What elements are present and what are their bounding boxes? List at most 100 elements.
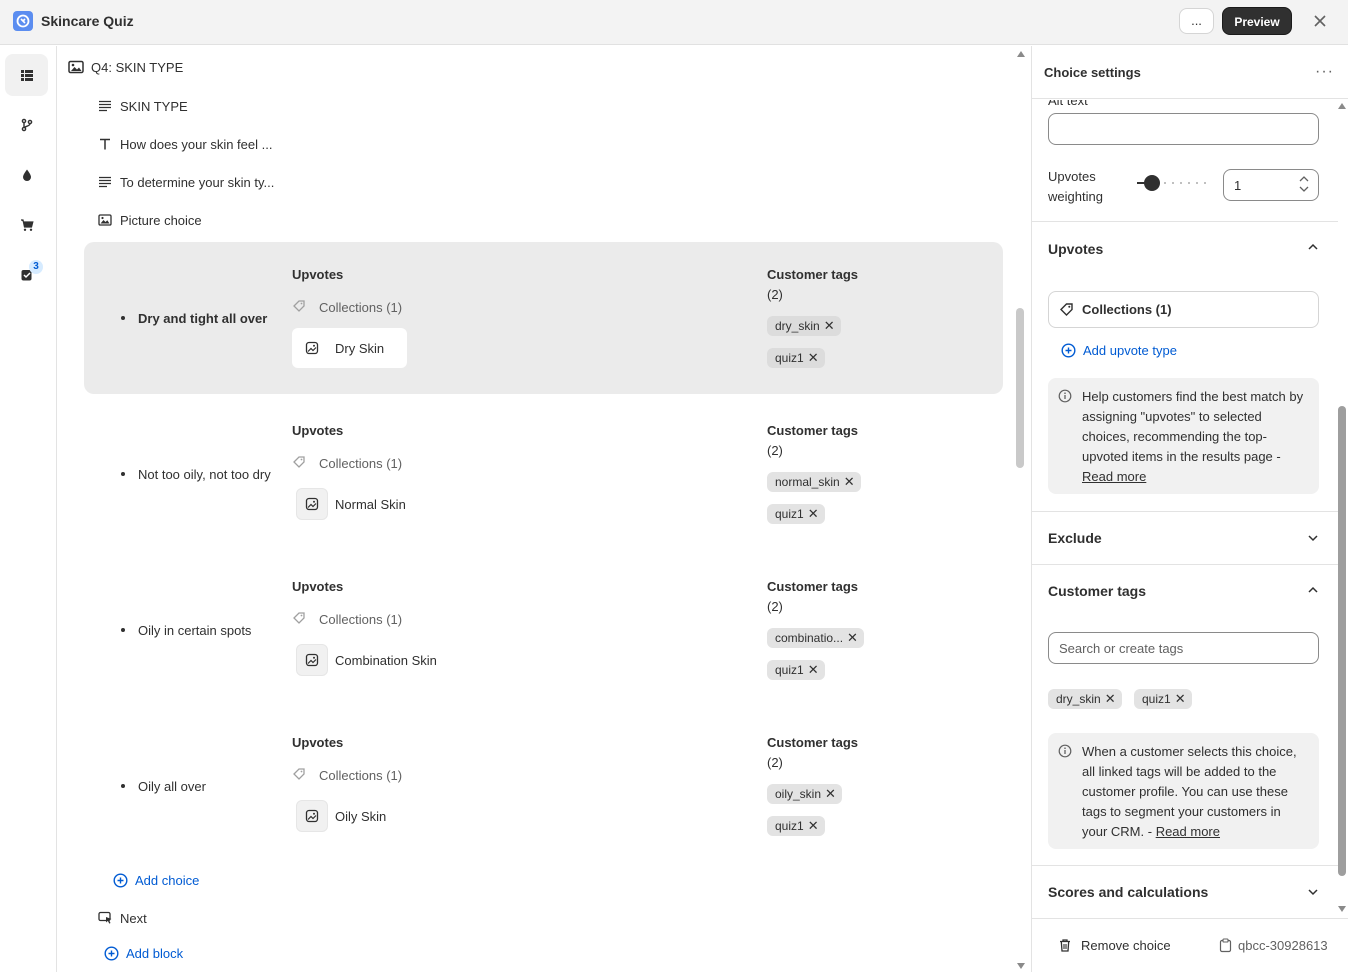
weighting-slider-handle[interactable]: [1144, 175, 1160, 191]
tag-chip[interactable]: quiz1 ✕: [767, 504, 825, 524]
panel-scrollbar[interactable]: [1338, 406, 1346, 876]
chevron-down-icon[interactable]: [1306, 885, 1320, 902]
block-label: SKIN TYPE: [120, 98, 188, 114]
outline-scrollbar[interactable]: [1016, 308, 1024, 468]
panel-scroll-down-icon[interactable]: [1338, 906, 1346, 912]
scroll-down-icon[interactable]: [1017, 963, 1025, 969]
collection-item-label: Oily Skin: [335, 808, 387, 824]
rail-item-logic[interactable]: [5, 104, 48, 146]
alt-text-label: Alt text: [1048, 100, 1088, 108]
question-header[interactable]: Q4: SKIN TYPE: [68, 59, 183, 75]
tag-label: dry_skin: [775, 319, 820, 333]
upvotes-read-more-link[interactable]: Read more: [1082, 469, 1146, 484]
remove-tag-icon[interactable]: ✕: [825, 786, 836, 802]
next-block[interactable]: Next: [97, 910, 147, 926]
rail-item-content[interactable]: [5, 54, 48, 96]
choice-label: Not too oily, not too dry: [138, 467, 271, 482]
collection-item[interactable]: Oily Skin: [292, 796, 407, 836]
remove-tag-icon[interactable]: ✕: [808, 818, 819, 834]
customer-tags-count: (2): [767, 599, 783, 614]
choice-settings-panel: Choice settings ··· Alt text Upvotes wei…: [1031, 46, 1348, 972]
scores-section[interactable]: Scores and calculations: [1032, 865, 1338, 918]
chevron-up-icon[interactable]: [1306, 583, 1320, 600]
tasks-badge: 3: [29, 260, 43, 274]
bullet: [121, 316, 125, 320]
tag-chip[interactable]: dry_skin ✕: [1048, 689, 1122, 709]
panel-title: Choice settings: [1044, 65, 1141, 80]
tag-chip[interactable]: combinatio... ✕: [767, 628, 864, 648]
branch-icon: [21, 118, 33, 132]
clipboard-icon: [1219, 938, 1232, 953]
tag-icon: [292, 455, 306, 472]
upvote-collections-row[interactable]: Collections (1): [1048, 291, 1319, 328]
rail-item-design[interactable]: [5, 154, 48, 196]
tag-label: quiz1: [1142, 692, 1171, 706]
add-upvote-type-button[interactable]: Add upvote type: [1061, 343, 1177, 358]
tag-chip[interactable]: quiz1 ✕: [767, 660, 825, 680]
tag-chip[interactable]: quiz1 ✕: [767, 348, 825, 368]
question-title: Q4: SKIN TYPE: [91, 59, 184, 75]
exclude-section[interactable]: Exclude: [1032, 511, 1338, 564]
preview-button[interactable]: Preview: [1222, 7, 1292, 35]
tags-search-input[interactable]: Search or create tags: [1048, 632, 1319, 664]
remove-tag-icon[interactable]: ✕: [824, 318, 835, 334]
remove-tag-icon[interactable]: ✕: [808, 662, 819, 678]
upvotes-info-text: Help customers find the best match by as…: [1082, 389, 1304, 464]
tag-chip[interactable]: dry_skin ✕: [767, 316, 841, 336]
collection-item-label: Dry Skin: [335, 340, 385, 356]
rail-item-products[interactable]: [5, 204, 48, 246]
chevron-up-icon[interactable]: [1306, 240, 1320, 257]
remove-tag-icon[interactable]: ✕: [844, 474, 855, 490]
upvotes-info-box: Help customers find the best match by as…: [1048, 378, 1319, 494]
block-label: To determine your skin ty...: [120, 174, 275, 190]
list-icon: [21, 70, 33, 81]
upvotes-title: Upvotes: [292, 267, 344, 282]
tag-icon: [1059, 302, 1074, 317]
paragraph-icon: [97, 98, 113, 114]
more-button[interactable]: ...: [1179, 8, 1214, 34]
outline-panel: Q4: SKIN TYPE SKIN TYPE How does your sk…: [57, 46, 1031, 972]
choice-card-4[interactable]: Oily all over Upvotes Collections (1) Oi…: [84, 710, 1003, 862]
choice-card-1[interactable]: Dry and tight all over Upvotes Collectio…: [84, 242, 1003, 394]
remove-tag-icon[interactable]: ✕: [808, 350, 819, 366]
block-item[interactable]: SKIN TYPE: [97, 98, 188, 114]
choice-card-3[interactable]: Oily in certain spots Upvotes Collection…: [84, 554, 1003, 706]
choice-card-2[interactable]: Not too oily, not too dry Upvotes Collec…: [84, 398, 1003, 550]
block-label: How does your skin feel ...: [120, 136, 273, 152]
collection-item[interactable]: Dry Skin: [292, 328, 407, 368]
remove-tag-icon[interactable]: ✕: [1175, 691, 1186, 707]
tag-chip[interactable]: oily_skin ✕: [767, 784, 842, 804]
add-upvote-type-label: Add upvote type: [1083, 343, 1177, 358]
tag-label: combinatio...: [775, 631, 844, 645]
plus-circle-icon: [1061, 343, 1076, 358]
panel-scroll-up-icon[interactable]: [1338, 103, 1346, 109]
tag-chip[interactable]: normal_skin ✕: [767, 472, 861, 492]
choice-id[interactable]: qbcc-30928613: [1219, 938, 1328, 953]
scroll-up-icon[interactable]: [1017, 51, 1025, 57]
add-choice-button[interactable]: Add choice: [112, 872, 199, 888]
block-item[interactable]: How does your skin feel ...: [97, 136, 272, 152]
paragraph-icon: [97, 174, 113, 190]
customer-tags-title: Customer tags: [767, 267, 859, 282]
collection-item[interactable]: Normal Skin: [292, 484, 432, 524]
block-item[interactable]: Picture choice: [97, 212, 202, 228]
collection-item[interactable]: Combination Skin: [292, 640, 462, 680]
alt-text-input[interactable]: [1048, 113, 1319, 145]
block-item[interactable]: To determine your skin ty...: [97, 174, 274, 190]
remove-tag-icon[interactable]: ✕: [847, 630, 858, 646]
remove-tag-icon[interactable]: ✕: [1105, 691, 1116, 707]
remove-choice-button[interactable]: Remove choice: [1058, 938, 1171, 953]
tag-chip[interactable]: quiz1 ✕: [1134, 689, 1192, 709]
rail-item-tasks[interactable]: [5, 254, 48, 296]
tags-read-more-link[interactable]: Read more: [1156, 824, 1220, 839]
tag-chip[interactable]: quiz1 ✕: [767, 816, 825, 836]
remove-tag-icon[interactable]: ✕: [808, 506, 819, 522]
collections-label: Collections (1): [319, 300, 403, 315]
panel-menu-icon[interactable]: ···: [1315, 63, 1334, 81]
top-bar: Skincare Quiz ... Preview: [0, 0, 1348, 45]
chevron-down-icon[interactable]: [1306, 531, 1320, 548]
close-icon[interactable]: [1311, 12, 1329, 30]
weighting-stepper[interactable]: [1295, 172, 1313, 196]
tags-search-placeholder: Search or create tags: [1059, 640, 1184, 656]
add-block-button[interactable]: Add block: [103, 945, 183, 961]
